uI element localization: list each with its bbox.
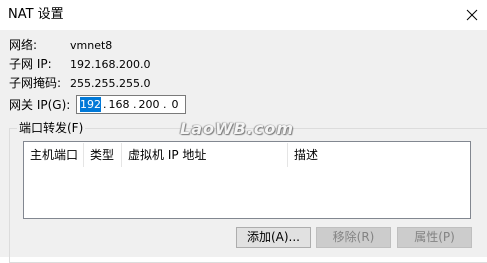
gateway-ip-input[interactable]: 192 . 168 . 200 . 0 [76,95,186,114]
watermark-logo: LaoWB.com [180,119,295,138]
subnet-mask-value: 255.255.255.0 [70,77,151,90]
title-bar: NAT 设置 [0,0,487,30]
column-header-vm-ip[interactable]: 虚拟机 IP 地址 [122,143,288,167]
close-icon [466,9,478,21]
gateway-ip-dot-2: . [133,98,137,111]
port-forwarding-list[interactable]: 主机端口 类型 虚拟机 IP 地址 描述 [23,141,471,219]
gateway-ip-dot-1: . [103,98,107,111]
column-header-host-port[interactable]: 主机端口 [24,143,84,167]
subnet-mask-label: 子网掩码: [9,76,62,90]
gateway-ip-octet-2[interactable]: 168 [108,97,130,112]
gateway-ip-octet-4[interactable]: 0 [168,97,182,112]
close-button[interactable] [457,0,487,30]
network-value: vmnet8 [70,39,113,52]
subnet-ip-label: 子网 IP: [9,57,52,71]
properties-button[interactable]: 属性(P) [397,227,472,248]
window-title: NAT 设置 [8,7,64,22]
nat-settings-dialog: NAT 设置 网络: vmnet8 子网 IP: 192.168.200.0 子… [0,0,487,263]
gateway-ip-octet-3[interactable]: 200 [138,97,160,112]
column-header-type[interactable]: 类型 [84,143,122,167]
network-label: 网络: [9,38,38,52]
column-header-description[interactable]: 描述 [288,143,470,167]
subnet-ip-value: 192.168.200.0 [70,58,151,71]
remove-button[interactable]: 移除(R) [316,227,391,248]
add-button[interactable]: 添加(A)... [236,227,311,248]
gateway-ip-octet-1[interactable]: 192 [80,97,101,112]
gateway-ip-dot-3: . [163,98,167,111]
port-forwarding-label: 端口转发(F) [17,120,86,136]
gateway-ip-label: 网关 IP(G): [9,98,71,112]
